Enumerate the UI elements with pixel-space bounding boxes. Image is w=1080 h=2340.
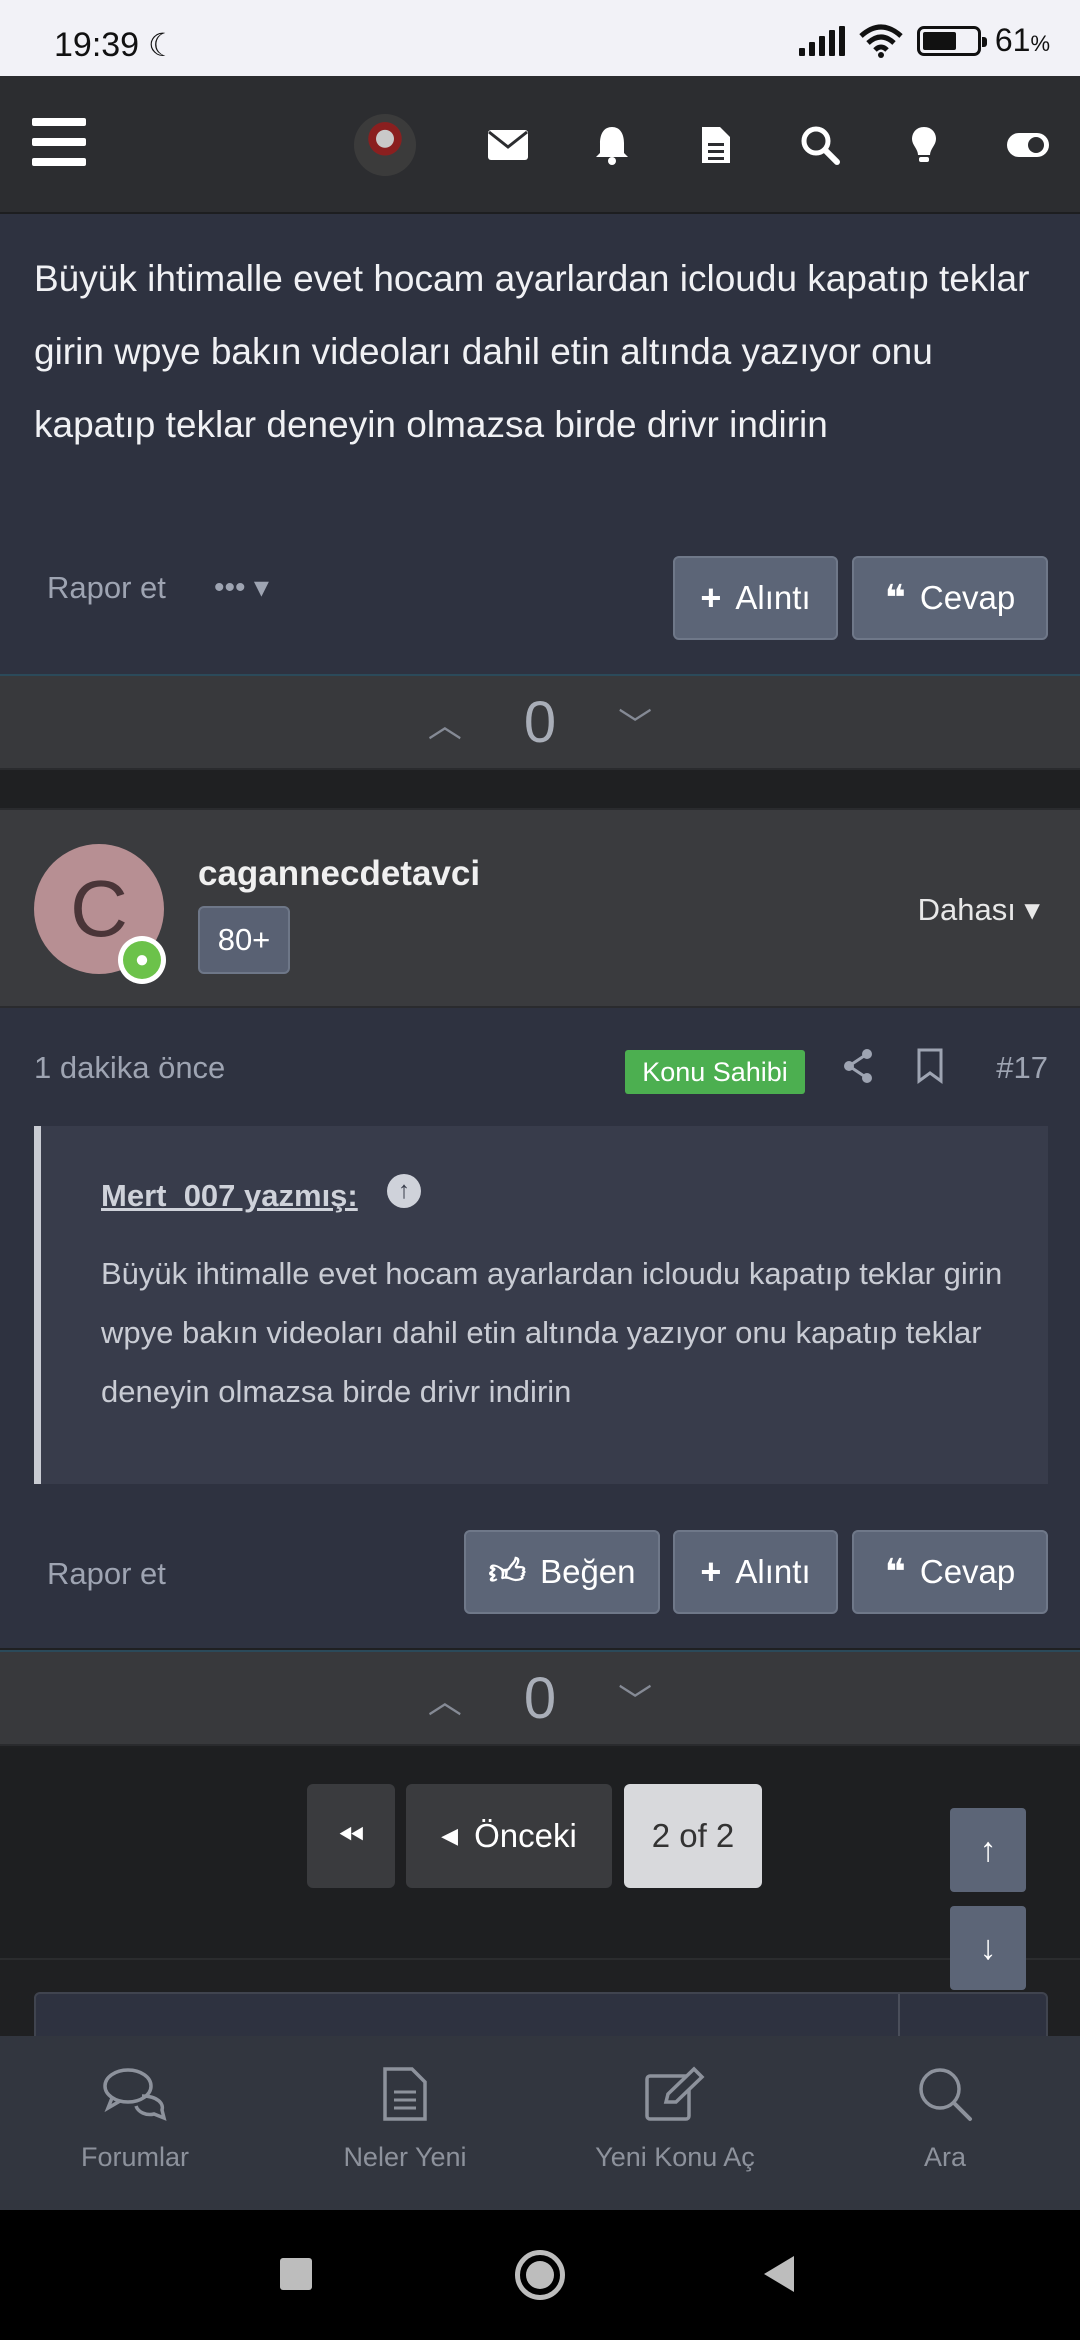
menu-icon[interactable] bbox=[32, 118, 86, 166]
quote-marks-icon: ❝ bbox=[884, 1551, 906, 1592]
first-page-button[interactable]: ⏪︎ bbox=[307, 1784, 395, 1888]
moon-icon: ☾ bbox=[148, 27, 177, 63]
arrow-down-icon: ↓ bbox=[979, 1928, 997, 1967]
reply-button[interactable]: ❝ Cevap bbox=[852, 1530, 1048, 1614]
nav-whats-new[interactable]: Neler Yeni bbox=[270, 2036, 540, 2210]
signal-icon bbox=[798, 25, 845, 56]
arrow-up-circle-icon[interactable]: ↑ bbox=[387, 1174, 421, 1208]
system-navigation-bar bbox=[0, 2210, 1080, 2340]
post-number[interactable]: #17 bbox=[996, 1050, 1048, 1086]
vote-count: 0 bbox=[523, 1665, 557, 1731]
quote-button[interactable]: + Alıntı bbox=[673, 1530, 838, 1614]
status-bar: 19:39 ☾ 61% bbox=[0, 0, 1080, 76]
nav-new-thread[interactable]: Yeni Konu Aç bbox=[540, 2036, 810, 2210]
comments-icon bbox=[103, 2068, 167, 2121]
back-icon[interactable] bbox=[764, 2256, 794, 2292]
file-icon bbox=[383, 2067, 427, 2121]
lightbulb-icon[interactable] bbox=[872, 95, 976, 195]
post-time[interactable]: 1 dakika önce bbox=[34, 1050, 225, 1086]
nav-search[interactable]: Ara bbox=[810, 2036, 1080, 2210]
double-chevron-left-icon: ⏪︎ bbox=[337, 1816, 365, 1854]
upvote-icon[interactable]: ︿ bbox=[428, 1674, 462, 1723]
battery-icon bbox=[916, 25, 987, 56]
quote-author[interactable]: Mert_007 yazmış: bbox=[101, 1178, 358, 1214]
report-link[interactable]: Rapor et bbox=[47, 1556, 166, 1592]
upvote-icon[interactable]: ︿ bbox=[428, 698, 462, 747]
downvote-icon[interactable]: ﹀ bbox=[618, 1674, 652, 1723]
downvote-icon[interactable]: ﹀ bbox=[618, 698, 652, 747]
quote-marks-icon: ❝ bbox=[884, 577, 906, 618]
quote-text: Büyük ihtimalle evet hocam ayarlardan ic… bbox=[101, 1256, 1003, 1409]
previous-page-button[interactable]: ◀ Önceki bbox=[406, 1784, 612, 1888]
wifi-icon bbox=[859, 24, 903, 58]
top-navigation bbox=[0, 76, 1080, 214]
home-icon[interactable] bbox=[515, 2250, 565, 2300]
bell-icon[interactable] bbox=[560, 95, 664, 195]
quote-block: Mert_007 yazmış: ↑ Büyük ihtimalle evet … bbox=[34, 1126, 1048, 1484]
vote-count: 0 bbox=[523, 689, 557, 755]
caret-left-icon: ◀ bbox=[441, 1823, 459, 1848]
online-status-icon: ● bbox=[118, 936, 166, 984]
bookmark-icon[interactable] bbox=[916, 1048, 944, 1084]
edit-icon bbox=[645, 2066, 705, 2121]
post-body: Büyük ihtimalle evet hocam ayarlardan ic… bbox=[34, 258, 1030, 445]
status-time: 19:39 bbox=[54, 26, 140, 64]
search-icon[interactable] bbox=[768, 95, 872, 195]
document-icon[interactable] bbox=[664, 95, 768, 195]
owner-badge: Konu Sahibi bbox=[625, 1050, 805, 1094]
more-actions-button[interactable]: ••• ▾ bbox=[214, 570, 269, 605]
pagination: ⏪︎ ◀ Önceki 2 of 2 ↑ ↓ bbox=[0, 1748, 1080, 1990]
user-avatar[interactable] bbox=[354, 114, 416, 176]
share-icon[interactable] bbox=[842, 1048, 874, 1084]
quote-button[interactable]: + Alıntı bbox=[673, 556, 838, 640]
report-link[interactable]: Rapor et bbox=[47, 570, 166, 606]
bottom-navigation: Forumlar Neler Yeni Yeni Konu Aç Ara bbox=[0, 2036, 1080, 2210]
recent-apps-icon[interactable] bbox=[280, 2258, 312, 2290]
current-page[interactable]: 2 of 2 bbox=[624, 1784, 762, 1888]
post-previous: Büyük ihtimalle evet hocam ayarlardan ic… bbox=[0, 214, 1080, 674]
vote-bar: ︿ 0 ﹀ bbox=[0, 1650, 1080, 1746]
toggle-theme-icon[interactable] bbox=[976, 95, 1080, 195]
nav-forums[interactable]: Forumlar bbox=[0, 2036, 270, 2210]
more-dropdown[interactable]: Dahası ▾ bbox=[918, 892, 1040, 928]
vote-bar: ︿ 0 ﹀ bbox=[0, 674, 1080, 770]
post: 1 dakika önce Konu Sahibi #17 Mert_007 y… bbox=[0, 1008, 1080, 1648]
arrow-up-icon: ↑ bbox=[979, 1830, 997, 1869]
post-user-header: C cagannecdetavci 80+ Dahası ▾ bbox=[0, 808, 1080, 1008]
search-icon bbox=[919, 2068, 972, 2121]
thumbs-up-icon: 👍︎ bbox=[488, 1551, 527, 1592]
battery-percent: 61% bbox=[994, 22, 1050, 58]
like-button[interactable]: 👍︎ Beğen bbox=[464, 1530, 660, 1614]
scroll-top-button[interactable]: ↑ bbox=[950, 1808, 1026, 1892]
plus-icon: + bbox=[700, 1551, 722, 1592]
scroll-bottom-button[interactable]: ↓ bbox=[950, 1906, 1026, 1990]
plus-icon: + bbox=[700, 577, 722, 618]
username[interactable]: cagannecdetavci bbox=[198, 854, 480, 894]
envelope-icon[interactable] bbox=[456, 95, 560, 195]
user-badge: 80+ bbox=[198, 906, 290, 974]
reply-button[interactable]: ❝ Cevap bbox=[852, 556, 1048, 640]
